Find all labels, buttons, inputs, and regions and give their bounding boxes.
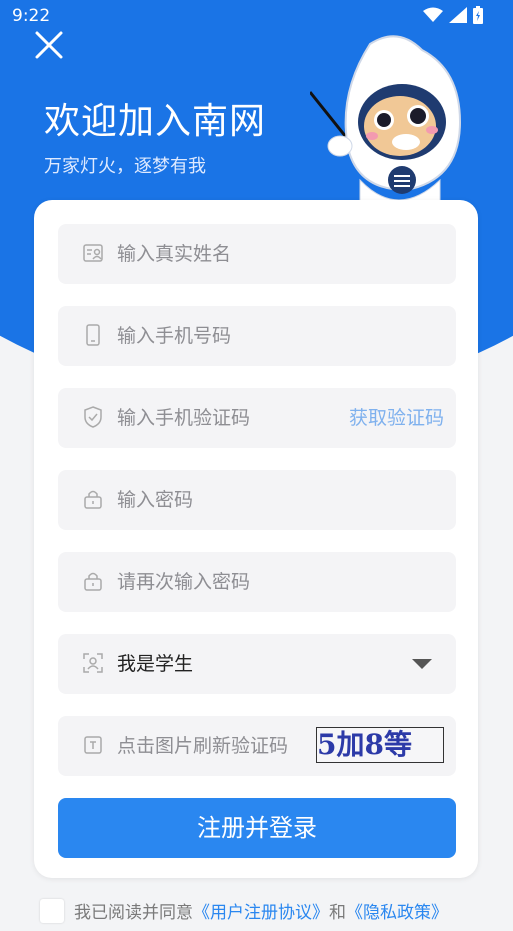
password-field[interactable]: 输入密码 [58,470,456,530]
phone-field[interactable]: 输入手机号码 [58,306,456,366]
id-card-icon [83,244,103,262]
captcha-text: 5加8等 [317,728,412,761]
mascot-illustration [310,35,462,210]
captcha-field[interactable]: 点击图片刷新验证码 5加8等 [58,716,456,776]
lock-icon [84,490,102,509]
privacy-policy-link[interactable]: 《隐私政策》 [346,898,448,923]
name-placeholder: 输入真实姓名 [117,243,232,265]
text-box-icon [84,736,102,754]
battery-icon [473,6,483,24]
identity-select[interactable]: 我是学生 [58,634,456,694]
register-card: 输入真实姓名 输入手机号码 输入手机验证码 获取验证码 输入密码 请再次输入密码 [34,200,478,878]
signal-icon [449,7,467,23]
agreement-and: 和 [329,903,346,923]
user-agreement-link[interactable]: 《用户注册协议》 [193,898,329,923]
confirm-password-field[interactable]: 请再次输入密码 [58,552,456,612]
sms-code-field[interactable]: 输入手机验证码 获取验证码 [58,388,456,448]
register-login-button[interactable]: 注册并登录 [58,798,456,858]
face-scan-icon [83,653,103,673]
shield-icon [84,406,102,428]
phone-placeholder: 输入手机号码 [117,325,232,347]
agreement-checkbox[interactable] [40,898,64,923]
status-bar: 9:22 [0,0,513,32]
agreement-prefix: 我已阅读并同意 [74,903,193,923]
lock-icon [84,572,102,591]
captcha-placeholder: 点击图片刷新验证码 [117,735,289,757]
phone-icon [86,324,100,346]
password-placeholder: 输入密码 [117,489,194,511]
page-title: 欢迎加入南网 [44,101,267,142]
name-field[interactable]: 输入真实姓名 [58,224,456,284]
identity-value: 我是学生 [117,653,194,675]
chevron-down-icon[interactable] [412,659,432,669]
sms-code-placeholder: 输入手机验证码 [117,407,251,429]
status-time: 9:22 [12,6,51,26]
page-subtitle: 万家灯火，逐梦有我 [44,156,206,177]
captcha-image[interactable]: 5加8等 [316,727,444,763]
get-code-button[interactable]: 获取验证码 [349,388,444,448]
close-icon[interactable] [32,28,66,62]
agreement-row: 我已阅读并同意 《用户注册协议》 和 《隐私政策》 [40,898,448,923]
wifi-icon [423,7,443,22]
confirm-password-placeholder: 请再次输入密码 [117,571,251,593]
